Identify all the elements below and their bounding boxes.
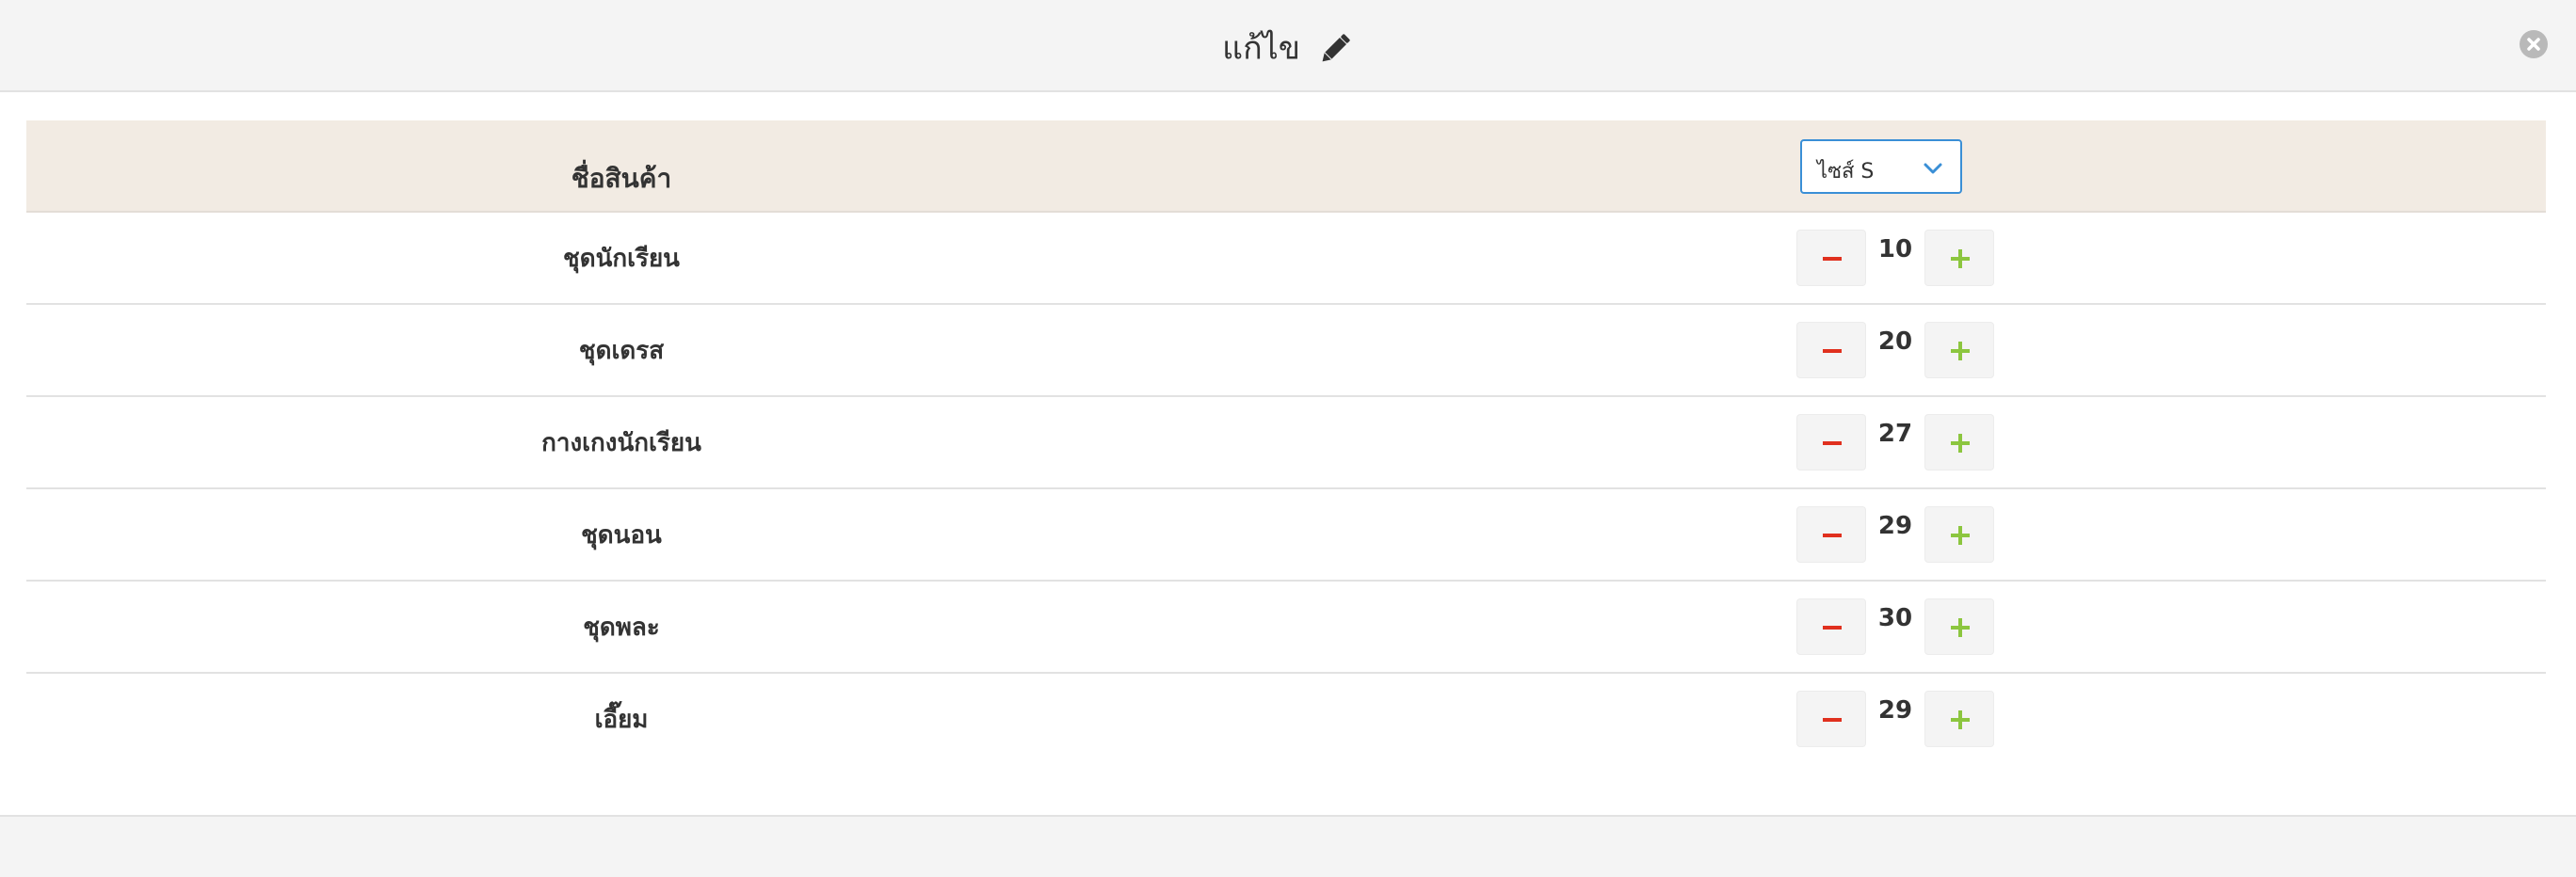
plus-icon: [1951, 434, 1970, 453]
quantity-stepper: 29: [1796, 506, 1994, 563]
quantity-value: 29: [1877, 696, 1913, 725]
product-name: ชุดนักเรียน: [563, 245, 680, 273]
decrease-button[interactable]: [1796, 414, 1866, 470]
table-row: ชุดพละ 30: [26, 582, 2546, 674]
increase-button[interactable]: [1924, 230, 1994, 286]
increase-button[interactable]: [1924, 506, 1994, 563]
quantity-value: 29: [1877, 512, 1913, 540]
minus-icon: [1823, 349, 1842, 353]
increase-button[interactable]: [1924, 322, 1994, 378]
size-select-value: ไซส์ S: [1817, 160, 1875, 183]
table-row: ชุดนักเรียน 10: [26, 213, 2546, 305]
quantity-value: 27: [1877, 420, 1913, 448]
minus-icon: [1823, 534, 1842, 537]
minus-icon: [1823, 257, 1842, 261]
minus-icon: [1823, 718, 1842, 722]
decrease-button[interactable]: [1796, 598, 1866, 655]
close-icon[interactable]: [2520, 30, 2548, 58]
product-name: ชุดเดรส: [578, 337, 665, 365]
increase-button[interactable]: [1924, 414, 1994, 470]
quantity-stepper: 27: [1796, 414, 1994, 470]
edit-modal: แก้ไข ชื่อสินค้า ไซส์ S ชุดนักเรียน 10 ช…: [0, 0, 2576, 877]
product-table: ชื่อสินค้า ไซส์ S ชุดนักเรียน 10 ชุดเดรส…: [26, 120, 2546, 766]
increase-button[interactable]: [1924, 691, 1994, 747]
quantity-value: 10: [1877, 235, 1913, 263]
modal-header: แก้ไข: [0, 0, 2576, 92]
plus-icon: [1951, 710, 1970, 729]
table-row: ชุดนอน 29: [26, 489, 2546, 582]
quantity-value: 20: [1877, 327, 1913, 356]
product-name: กางเกงนักเรียน: [541, 429, 701, 457]
plus-icon: [1951, 618, 1970, 637]
plus-icon: [1951, 249, 1970, 268]
product-name: ชุดพละ: [583, 614, 660, 642]
quantity-stepper: 20: [1796, 322, 1994, 378]
quantity-stepper: 30: [1796, 598, 1994, 655]
increase-button[interactable]: [1924, 598, 1994, 655]
plus-icon: [1951, 342, 1970, 360]
table-row: เอี๊ยม 29: [26, 674, 2546, 766]
size-select[interactable]: ไซส์ S: [1800, 139, 1962, 194]
product-name: ชุดนอน: [581, 521, 662, 550]
chevron-down-icon: [1923, 158, 1943, 179]
table-row: กางเกงนักเรียน 27: [26, 397, 2546, 489]
minus-icon: [1823, 626, 1842, 630]
quantity-stepper: 10: [1796, 230, 1994, 286]
table-header: ชื่อสินค้า ไซส์ S: [26, 120, 2546, 213]
table-row: ชุดเดรส 20: [26, 305, 2546, 397]
product-name: เอี๊ยม: [594, 706, 649, 734]
minus-icon: [1823, 441, 1842, 445]
column-header-product-name: ชื่อสินค้า: [571, 163, 672, 194]
modal-title: แก้ไข: [0, 24, 2576, 72]
decrease-button[interactable]: [1796, 322, 1866, 378]
modal-footer: [0, 815, 2576, 877]
pencil-icon: [1316, 30, 1354, 68]
plus-icon: [1951, 526, 1970, 545]
modal-title-text: แก้ไข: [1222, 29, 1301, 68]
decrease-button[interactable]: [1796, 691, 1866, 747]
decrease-button[interactable]: [1796, 506, 1866, 563]
quantity-value: 30: [1877, 604, 1913, 632]
decrease-button[interactable]: [1796, 230, 1866, 286]
quantity-stepper: 29: [1796, 691, 1994, 747]
